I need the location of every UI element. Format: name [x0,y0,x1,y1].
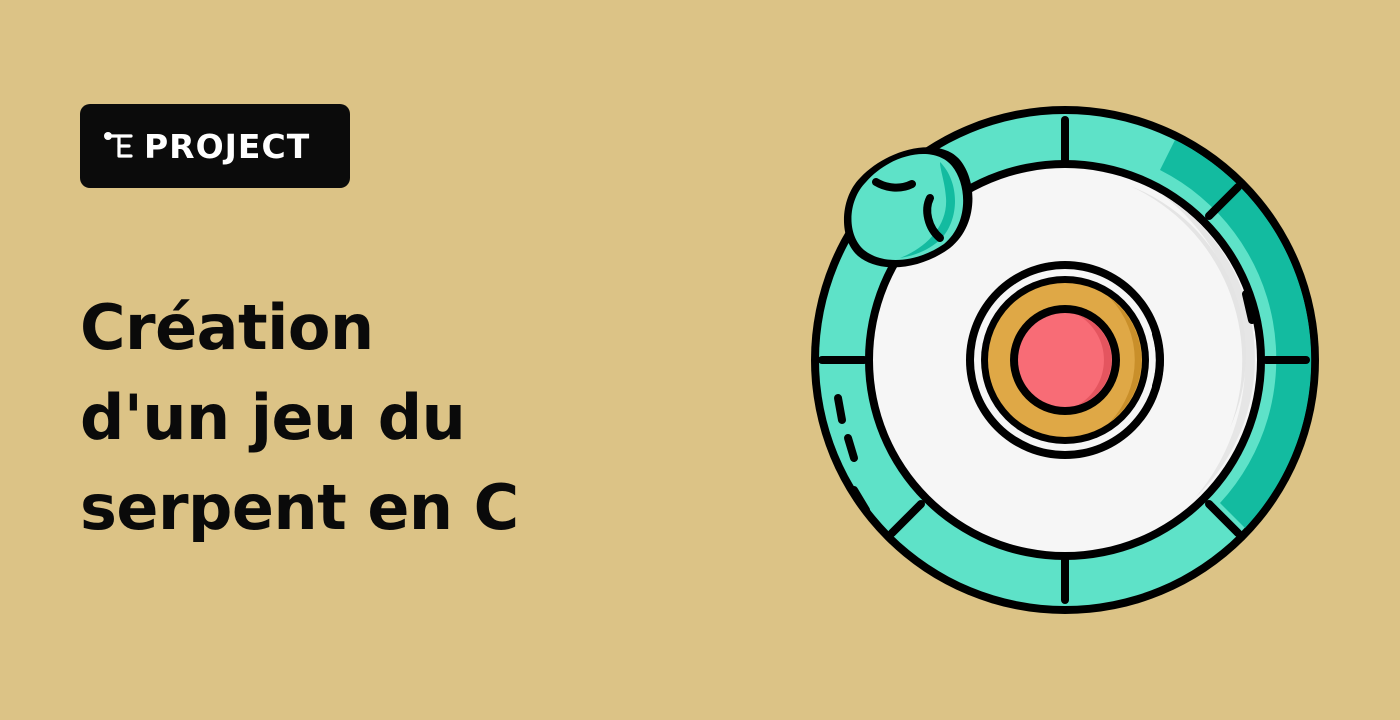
title-line-2: d'un jeu du [80,381,466,454]
title-line-1: Création [80,291,374,364]
project-badge: PROJECT [80,104,350,188]
project-icon [104,132,133,158]
snake-ring-icon [811,106,1319,614]
badge-label: PROJECT [144,126,311,166]
page-title: Création d'un jeu du serpent en C [80,283,519,553]
title-line-3: serpent en C [80,471,519,544]
